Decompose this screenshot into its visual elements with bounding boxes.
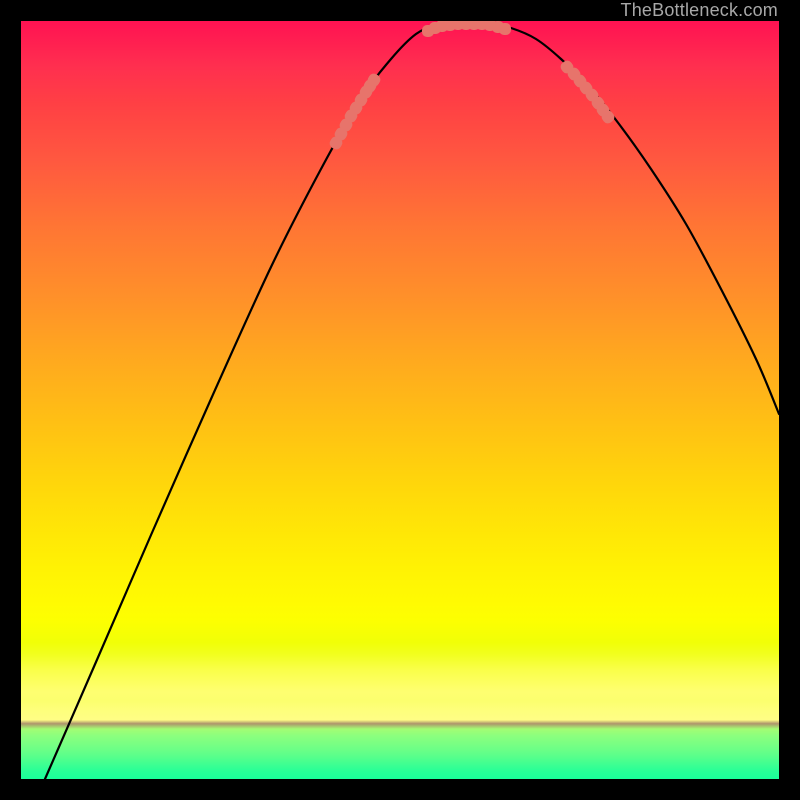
marker-cluster-bottom (422, 21, 511, 37)
marker-cluster-right (559, 59, 617, 126)
chart-svg (21, 21, 779, 779)
watermark-text: TheBottleneck.com (621, 0, 778, 21)
marker-cluster-left (328, 72, 382, 151)
chart-frame: TheBottleneck.com (0, 0, 800, 800)
bottleneck-curve (45, 23, 779, 779)
plot-area (21, 21, 779, 779)
marker-dot (499, 23, 511, 35)
